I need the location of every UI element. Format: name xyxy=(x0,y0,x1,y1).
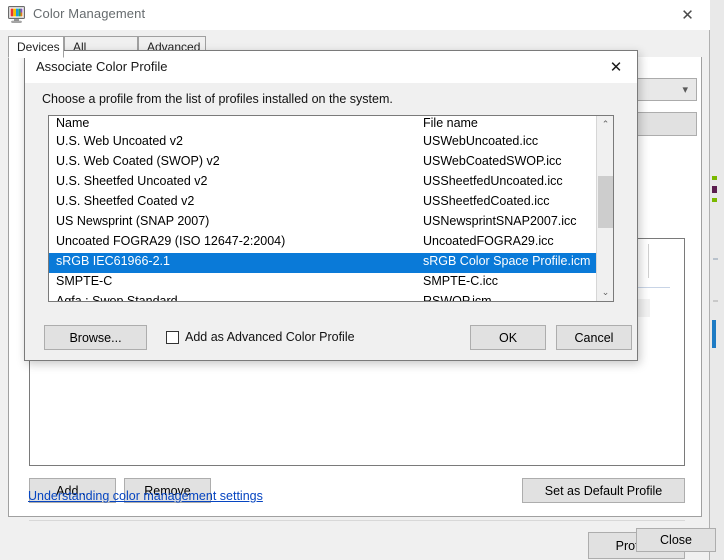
list-item-file: USSheetfedCoated.icc xyxy=(423,194,550,208)
list-item-file: USWebCoatedSWOP.icc xyxy=(423,154,562,168)
window-titlebar: Color Management ✕ xyxy=(0,0,710,30)
list-item-selected[interactable]: sRGB IEC61966-2.1 sRGB Color Space Profi… xyxy=(49,253,596,273)
scroll-down-icon[interactable]: ⌄ xyxy=(597,284,614,301)
list-item-name: US Newsprint (SNAP 2007) xyxy=(56,214,210,228)
dialog-close-button[interactable]: ✕ xyxy=(595,51,637,83)
section-divider xyxy=(29,520,685,521)
list-item[interactable]: U.S. Sheetfed Coated v2 USSheetfedCoated… xyxy=(49,193,596,213)
associate-color-profile-dialog: Associate Color Profile ✕ Choose a profi… xyxy=(24,50,638,361)
list-item[interactable]: Uncoated FOGRA29 (ISO 12647-2:2004) Unco… xyxy=(49,233,596,253)
scrollbar-thumb[interactable] xyxy=(598,176,613,228)
close-button[interactable]: Close xyxy=(636,528,716,552)
column-header-name: Name xyxy=(56,116,90,130)
desktop-fleck xyxy=(713,300,718,302)
list-column-header: Name File name xyxy=(49,116,596,133)
set-default-profile-button[interactable]: Set as Default Profile xyxy=(522,478,685,503)
list-item-file: SMPTE-C.icc xyxy=(423,274,498,288)
scroll-up-icon[interactable]: ⌃ xyxy=(597,116,614,133)
add-as-advanced-label: Add as Advanced Color Profile xyxy=(185,330,355,344)
desktop-fleck xyxy=(712,320,716,348)
profile-list[interactable]: Name File name U.S. Web Uncoated v2 USWe… xyxy=(48,115,614,302)
listbox-caret xyxy=(648,244,649,278)
list-item-name: Agfa : Swop Standard xyxy=(56,294,178,301)
list-item[interactable]: U.S. Web Coated (SWOP) v2 USWebCoatedSWO… xyxy=(49,153,596,173)
set-default-profile-label: Set as Default Profile xyxy=(544,483,663,498)
list-item-file: USNewsprintSNAP2007.icc xyxy=(423,214,577,228)
list-item-name: U.S. Sheetfed Coated v2 xyxy=(56,194,195,208)
list-item-name: U.S. Web Coated (SWOP) v2 xyxy=(56,154,220,168)
cancel-button[interactable]: Cancel xyxy=(556,325,632,350)
tab-devices[interactable]: Devices xyxy=(8,36,64,58)
list-item[interactable]: U.S. Sheetfed Uncoated v2 USSheetfedUnco… xyxy=(49,173,596,193)
browse-button-label: Browse... xyxy=(69,330,122,345)
dialog-title: Associate Color Profile xyxy=(36,59,168,74)
list-item-name: U.S. Web Uncoated v2 xyxy=(56,134,183,148)
list-item-name: Uncoated FOGRA29 (ISO 12647-2:2004) xyxy=(56,234,286,248)
desktop-fleck xyxy=(713,258,718,260)
color-monitor-icon xyxy=(8,6,25,23)
list-item-file: UncoatedFOGRA29.icc xyxy=(423,234,554,248)
tab-devices-label: Devices xyxy=(17,40,60,54)
list-item[interactable]: SMPTE-C SMPTE-C.icc xyxy=(49,273,596,293)
cancel-button-label: Cancel xyxy=(574,330,614,345)
list-item[interactable]: Agfa : Swop Standard RSWOP.icm xyxy=(49,293,596,301)
add-as-advanced-checkbox-row[interactable]: Add as Advanced Color Profile xyxy=(166,330,355,344)
list-item[interactable]: US Newsprint (SNAP 2007) USNewsprintSNAP… xyxy=(49,213,596,233)
window-close-button[interactable]: ✕ xyxy=(665,0,710,30)
add-as-advanced-checkbox[interactable] xyxy=(166,330,179,344)
profile-list-rows: Name File name U.S. Web Uncoated v2 USWe… xyxy=(49,116,596,301)
dialog-titlebar: Associate Color Profile ✕ xyxy=(25,51,637,83)
window-title: Color Management xyxy=(33,6,146,21)
ok-button[interactable]: OK xyxy=(470,325,546,350)
understanding-color-management-link[interactable]: Understanding color management settings xyxy=(28,489,263,503)
desktop-fleck xyxy=(712,186,717,193)
column-header-file-name: File name xyxy=(423,116,478,130)
list-item[interactable]: U.S. Web Uncoated v2 USWebUncoated.icc xyxy=(49,133,596,153)
list-item-file: RSWOP.icm xyxy=(423,294,492,301)
list-item-name: U.S. Sheetfed Uncoated v2 xyxy=(56,174,208,188)
desktop-fleck xyxy=(712,198,717,202)
list-item-name: SMPTE-C xyxy=(56,274,113,288)
list-item-file: USWebUncoated.icc xyxy=(423,134,539,148)
dialog-prompt-text: Choose a profile from the list of profil… xyxy=(42,92,393,106)
close-button-label: Close xyxy=(660,533,692,547)
desktop-fleck xyxy=(712,176,717,180)
ok-button-label: OK xyxy=(498,330,518,345)
list-item-name: sRGB IEC61966-2.1 xyxy=(56,254,170,268)
chevron-down-icon: ▾ xyxy=(682,84,688,96)
list-scrollbar[interactable]: ⌃ ⌄ xyxy=(596,116,613,301)
list-item-file: USSheetfedUncoated.icc xyxy=(423,174,563,188)
browse-button[interactable]: Browse... xyxy=(44,325,147,350)
list-item-file: sRGB Color Space Profile.icm xyxy=(423,254,591,268)
